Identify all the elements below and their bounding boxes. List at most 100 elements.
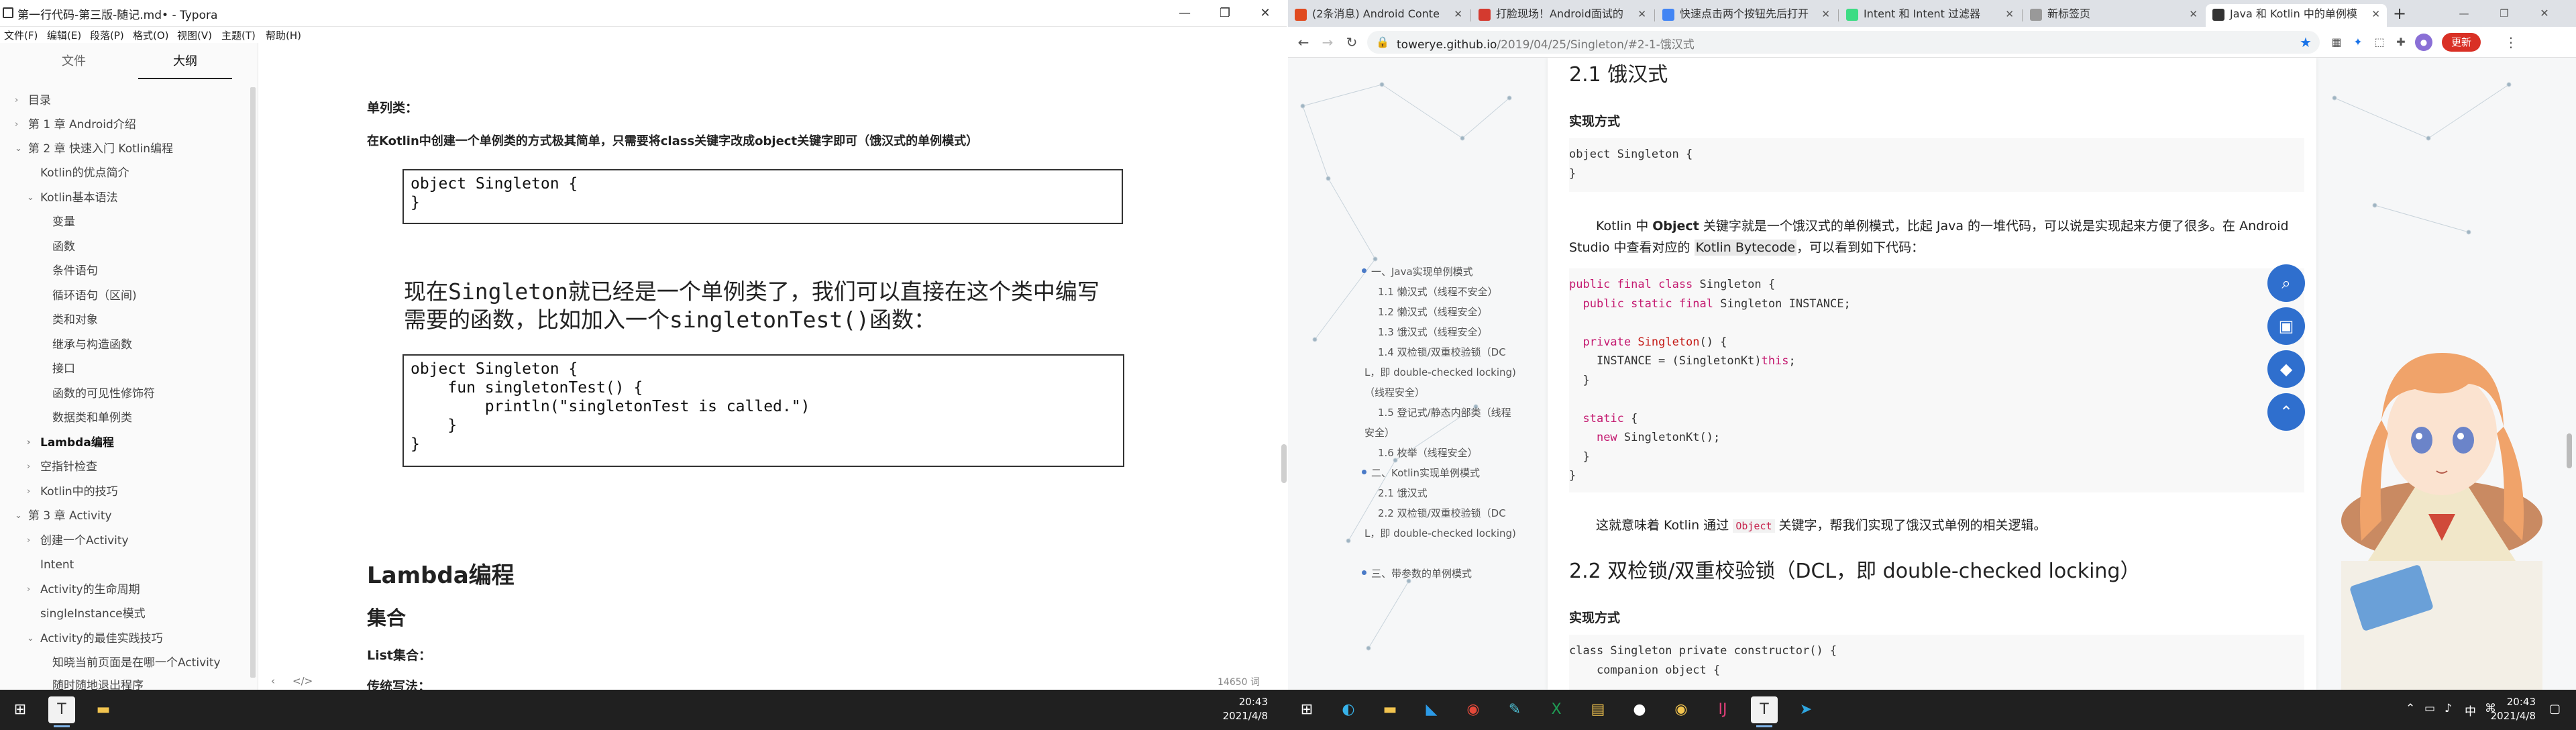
tag-fab-icon[interactable]: ◆ bbox=[2267, 350, 2305, 388]
file-explorer-taskbar-icon[interactable]: ▬ bbox=[1377, 696, 1403, 723]
outline-item[interactable]: ⌄ Activity的最佳实践技巧 bbox=[27, 628, 163, 649]
source-code-mode-icon[interactable]: </> bbox=[292, 675, 313, 687]
outline-item[interactable]: 条件语句 bbox=[52, 260, 98, 282]
outline-item[interactable]: ⌄ 第 2 章 快速入门 Kotlin编程 bbox=[15, 138, 173, 160]
typora-taskbar-icon[interactable]: T bbox=[48, 696, 75, 727]
outline-item[interactable]: Intent bbox=[40, 554, 74, 576]
folder-taskbar-icon[interactable]: ▤ bbox=[1585, 696, 1611, 723]
toc-item[interactable]: 1.6 枚举（线程安全） bbox=[1378, 446, 1478, 460]
maximize-button[interactable]: ❐ bbox=[1216, 4, 1234, 23]
minimize-button[interactable]: — bbox=[1175, 4, 1194, 23]
tab-files[interactable]: 文件 bbox=[27, 52, 121, 79]
chrome-minimize-button[interactable]: — bbox=[2455, 5, 2473, 22]
outline-item[interactable]: Kotlin的优点简介 bbox=[40, 162, 129, 184]
page-scrollbar[interactable] bbox=[2567, 433, 2572, 468]
toc-item[interactable]: 2.2 双检锁/双重校验锁（DC bbox=[1378, 506, 1506, 520]
toc-item[interactable]: 三、带参数的单例模式 bbox=[1362, 566, 1472, 580]
extensions-puzzle-icon[interactable]: ✚ bbox=[2392, 34, 2410, 51]
menu-edit[interactable]: 编辑(E) bbox=[47, 28, 81, 42]
address-bar[interactable]: 🔒 toweryе.github.io/2019/04/25/Singleton… bbox=[1367, 31, 2320, 54]
telegram-taskbar-icon[interactable]: ➤ bbox=[1792, 696, 1819, 723]
extension-icon[interactable]: ▦ bbox=[2328, 34, 2345, 51]
back-to-top-icon[interactable]: ⌃ bbox=[2267, 393, 2305, 431]
close-button[interactable]: ✕ bbox=[1256, 4, 1275, 23]
start-windows-icon[interactable]: ⊞ bbox=[7, 696, 34, 723]
close-tab-icon[interactable]: ✕ bbox=[1821, 4, 1830, 24]
back-arrow-icon[interactable]: ‹ bbox=[271, 675, 275, 687]
browser-tab-active[interactable]: Java 和 Kotlin 中的单例模 ✕ bbox=[2206, 4, 2387, 27]
toc-item[interactable]: L，即 double-checked locking) bbox=[1364, 526, 1516, 540]
tab-outline[interactable]: 大纲 bbox=[138, 52, 232, 79]
outline-item[interactable]: 数据类和单例类 bbox=[52, 407, 132, 429]
toc-item[interactable]: 1.2 懒汉式（线程安全） bbox=[1378, 305, 1488, 319]
outline-item[interactable]: 函数的可见性修饰符 bbox=[52, 383, 155, 405]
browser-tab[interactable]: 快速点击两个按钮先后打开 ✕ bbox=[1656, 4, 1837, 27]
outline-item[interactable]: 循环语句（区间) bbox=[52, 285, 137, 307]
right-screen-clock[interactable]: 20:43 2021/4/8 bbox=[2442, 695, 2536, 723]
toc-item[interactable]: 1.1 懒汉式（线程不安全） bbox=[1378, 284, 1498, 299]
outline-item[interactable]: › 空指针检查 bbox=[27, 456, 97, 478]
menu-paragraph[interactable]: 段落(P) bbox=[90, 28, 124, 42]
outline-item[interactable]: › Kotlin中的技巧 bbox=[27, 481, 118, 503]
code-block-singleton-test[interactable]: object Singleton { fun singletonTest() {… bbox=[402, 354, 1124, 467]
chrome-maximize-button[interactable]: ❐ bbox=[2496, 5, 2513, 22]
code-block-object[interactable]: object Singleton { } bbox=[402, 169, 1123, 224]
outline-item[interactable]: › Activity的生命周期 bbox=[27, 579, 140, 601]
editor-scrollbar[interactable] bbox=[1281, 444, 1287, 483]
outline-item[interactable]: 知晓当前页面是在哪一个Activity bbox=[52, 652, 221, 674]
toc-item[interactable]: L，即 double-checked locking) bbox=[1364, 365, 1516, 379]
excel-taskbar-icon[interactable]: X bbox=[1543, 696, 1570, 723]
toc-item[interactable]: 2.1 饿汉式 bbox=[1378, 486, 1428, 500]
toc-item[interactable]: 安全） bbox=[1364, 425, 1395, 439]
outline-item[interactable]: › Lambda编程 bbox=[27, 432, 114, 454]
outline-item[interactable]: › 创建一个Activity bbox=[27, 530, 129, 552]
outline-item[interactable]: › 目录 bbox=[15, 90, 51, 111]
toc-item[interactable]: 1.5 登记式/静态内部类（线程 bbox=[1378, 405, 1511, 419]
toc-item[interactable]: 1.4 双检锁/双重校验锁（DC bbox=[1378, 345, 1506, 359]
extension-icon[interactable]: ⬚ bbox=[2371, 34, 2388, 51]
typora-taskbar-icon[interactable]: T bbox=[1751, 696, 1778, 727]
browser-tab[interactable]: Intent 和 Intent 过滤器 ✕ bbox=[1839, 4, 2021, 27]
chrome-close-button[interactable]: ✕ bbox=[2536, 5, 2553, 22]
menu-kebab-icon[interactable]: ⋮ bbox=[2502, 34, 2520, 51]
reload-icon[interactable]: ↻ bbox=[1343, 34, 1360, 51]
outline-item[interactable]: 随时随地退出程序 bbox=[52, 675, 144, 690]
browser-tab[interactable]: 新标签页 ✕ bbox=[2023, 4, 2204, 27]
browser-tab[interactable]: 打脸现场！Android面试的 ✕ bbox=[1472, 4, 1653, 27]
toc-item[interactable]: 1.3 饿汉式（线程安全） bbox=[1378, 325, 1488, 339]
close-tab-icon[interactable]: ✕ bbox=[2005, 4, 2014, 24]
menu-help[interactable]: 帮助(H) bbox=[266, 28, 301, 42]
code-block-object-singleton[interactable]: object Singleton { } bbox=[1569, 138, 2304, 192]
outline-item[interactable]: 继承与构造函数 bbox=[52, 334, 132, 356]
url-text[interactable]: toweryе.github.io/2019/04/25/Singleton/#… bbox=[1397, 35, 1695, 52]
browser-tab[interactable]: (2条消息) Android Conte ✕ bbox=[1288, 4, 1469, 27]
editor[interactable]: 单列类： 在Kotlin中创建一个单例类的方式极其简单，只需要将class关键字… bbox=[259, 43, 1287, 690]
bookmark-star-icon[interactable]: ★ bbox=[2297, 34, 2314, 51]
outline-item[interactable]: 变量 bbox=[52, 211, 75, 233]
file-explorer-taskbar-icon[interactable]: ▬ bbox=[90, 696, 117, 723]
chrome-taskbar-icon[interactable]: ◉ bbox=[1460, 696, 1487, 723]
code-block-dcl[interactable]: class Singleton private constructor() { … bbox=[1569, 635, 2304, 690]
toc-item[interactable]: 二、Kotlin实现单例模式 bbox=[1362, 466, 1480, 480]
close-tab-icon[interactable]: ✕ bbox=[1638, 4, 1646, 24]
chrome-canary-taskbar-icon[interactable]: ◉ bbox=[1668, 696, 1695, 723]
outline-item[interactable]: singleInstance模式 bbox=[40, 603, 146, 625]
lock-icon[interactable]: 🔒 bbox=[1374, 34, 1391, 51]
outline-item[interactable]: ⌄ 第 3 章 Activity bbox=[15, 505, 112, 527]
back-icon[interactable]: ← bbox=[1295, 34, 1312, 51]
menu-format[interactable]: 格式(O) bbox=[133, 28, 169, 42]
word-count[interactable]: 14650 词 bbox=[1218, 675, 1260, 688]
menu-view[interactable]: 视图(V) bbox=[177, 28, 212, 42]
network-icon[interactable]: ▭ bbox=[2424, 702, 2435, 715]
menu-file[interactable]: 文件(F) bbox=[4, 28, 38, 42]
notepad-taskbar-icon[interactable]: ✎ bbox=[1501, 696, 1528, 723]
avatar[interactable]: ● bbox=[2415, 34, 2432, 51]
notification-icon[interactable]: ▢ bbox=[2549, 702, 2561, 716]
new-tab-button[interactable]: + bbox=[2391, 5, 2408, 22]
menu-theme[interactable]: 主题(T) bbox=[221, 28, 256, 42]
edge-taskbar-icon[interactable]: ◐ bbox=[1335, 696, 1362, 723]
left-screen-clock[interactable]: 20:43 2021/4/8 bbox=[1194, 695, 1268, 723]
outline-item[interactable]: ⌄ Kotlin基本语法 bbox=[27, 187, 118, 209]
close-tab-icon[interactable]: ✕ bbox=[1454, 4, 1462, 24]
vscode-taskbar-icon[interactable]: ◣ bbox=[1418, 696, 1445, 723]
